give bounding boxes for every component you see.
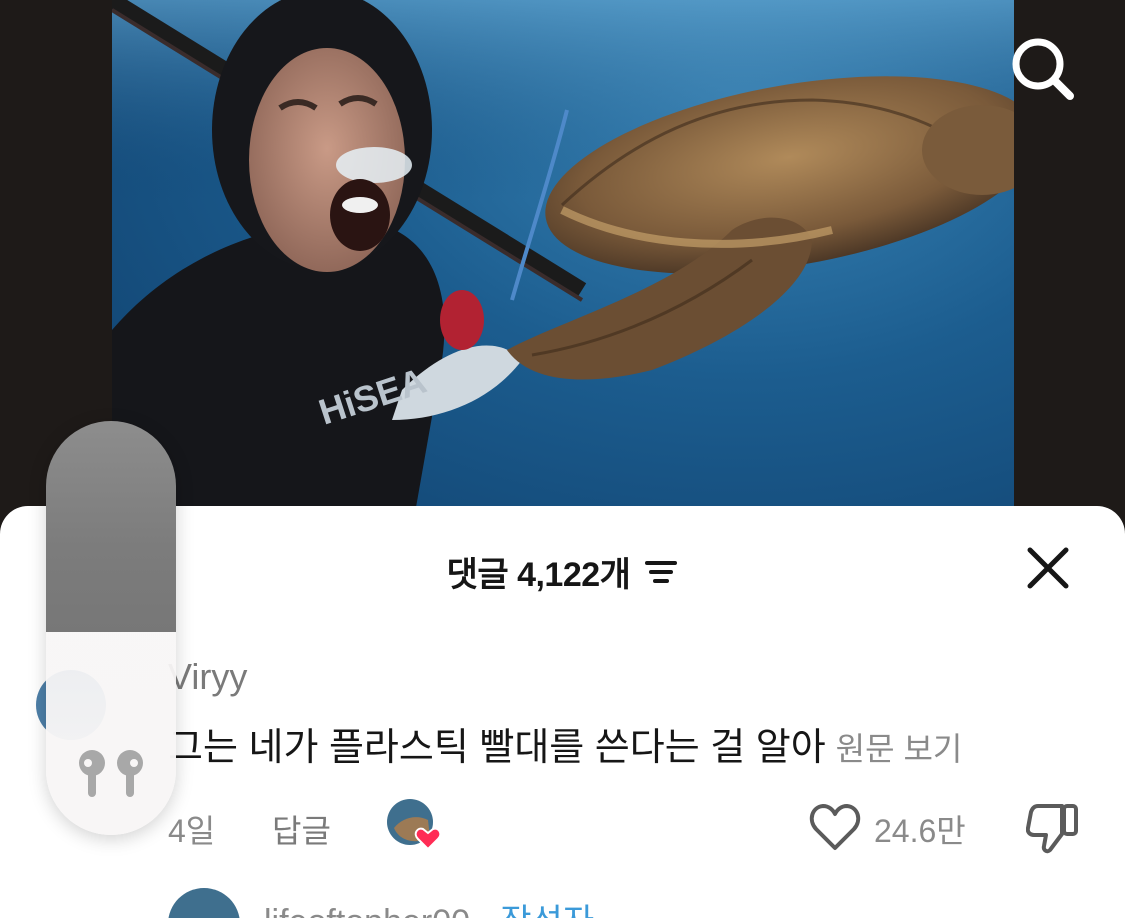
comment-author[interactable]: Viryy [168,656,247,698]
thumbs-down-icon [1025,804,1078,854]
dislike-button[interactable] [1025,802,1080,854]
reply-button[interactable]: 답글 [272,806,331,852]
close-icon [1027,547,1069,589]
video-frame[interactable]: HiSEA [112,0,1014,530]
comment-text: 그는 네가 플라스틱 빨대를 쓴다는 걸 알아 [168,727,826,769]
comment-actions: 4일 답글 24.6만 [168,799,1098,854]
reply-author[interactable]: lifeoftopher00 [264,903,470,918]
creator-heart-badge [386,798,444,851]
volume-slider[interactable] [46,421,176,835]
reply-author-line: lifeoftopher00 · 작성자 [264,894,594,918]
reply-separator: · [470,903,500,918]
volume-track [46,421,176,632]
comment-body: 그는 네가 플라스틱 빨대를 쓴다는 걸 알아 원문 보기 [168,716,962,771]
like-count: 24.6만 [874,813,966,849]
author-badge: 작성자 [500,903,594,918]
reply-avatar[interactable] [168,888,240,918]
comments-title: 댓글 4,122개 [446,555,631,594]
view-original-link[interactable]: 원문 보기 [836,731,963,767]
heart-outline-icon [809,804,861,850]
reply-thread-preview[interactable]: lifeoftopher00 · 작성자 [168,886,868,918]
video-scene: HiSEA [112,0,1014,530]
search-button[interactable] [1008,34,1078,104]
volume-level-fill [46,632,176,835]
close-button[interactable] [1024,544,1072,592]
sort-button[interactable] [644,554,678,588]
airpods-icon [79,750,143,797]
like-button[interactable] [808,802,862,852]
search-icon [1012,38,1074,100]
sort-lines-icon [645,561,678,583]
